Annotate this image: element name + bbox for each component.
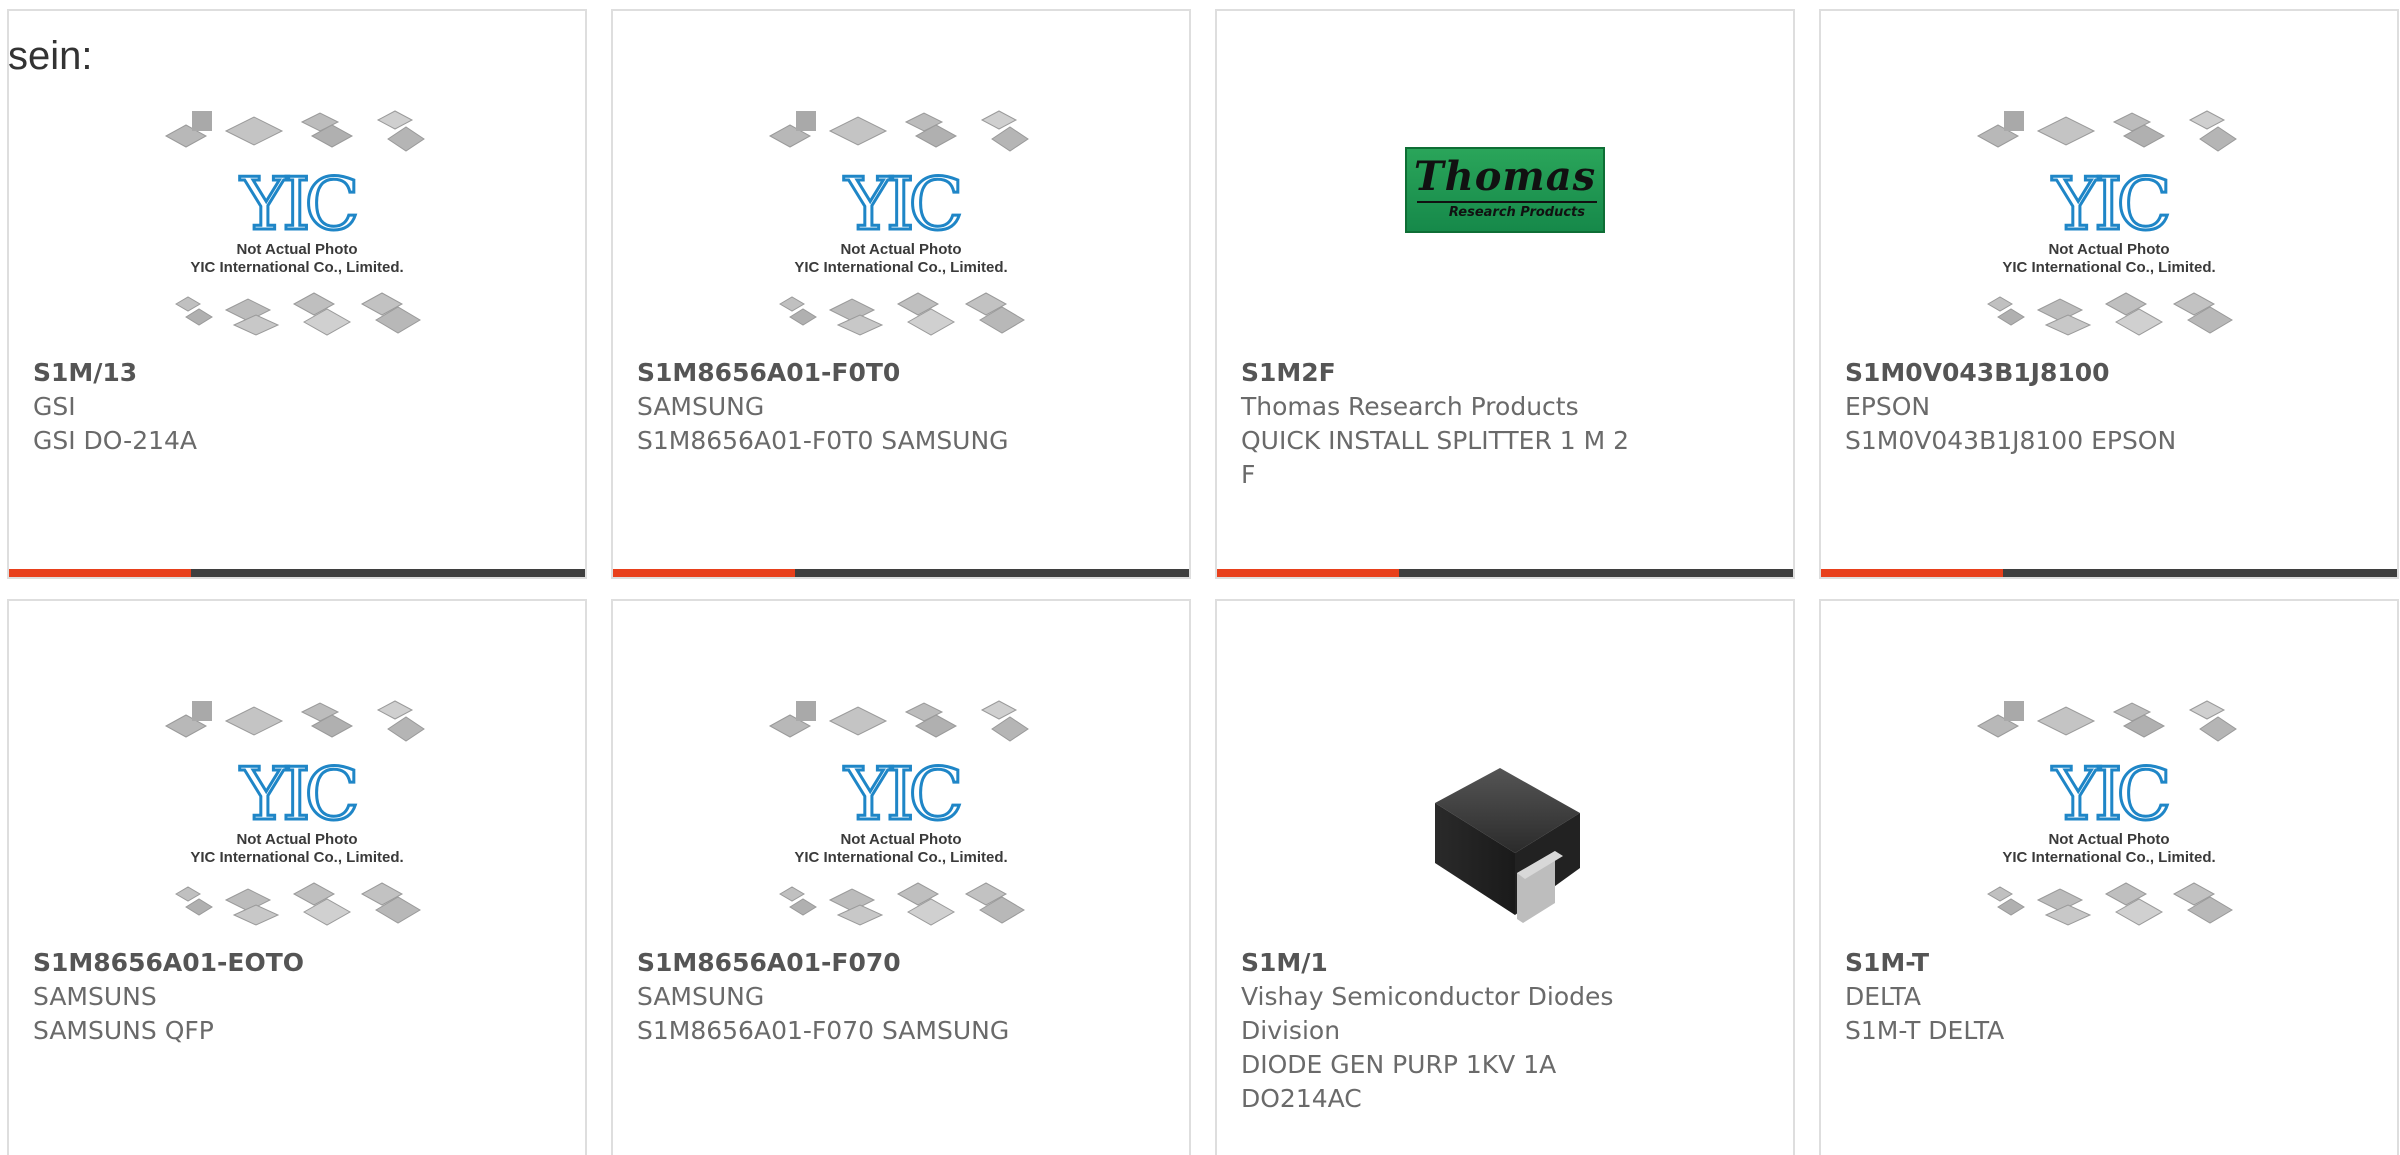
card-footer-accent: [9, 569, 191, 577]
thomas-logo-line: [1417, 201, 1597, 203]
description-line: GSI DO-214A: [33, 426, 198, 455]
yic-placeholder-image: YIC Not Actual Photo YIC International Co.…: [162, 101, 432, 341]
brand-name: SAMSUNG: [637, 392, 765, 421]
yic-placeholder-image: YIC Not Actual Photo YIC International Co.…: [766, 101, 1036, 341]
product-card[interactable]: YIC Not Actual Photo YIC International Co.…: [611, 9, 1191, 579]
part-number-link[interactable]: S1M-T: [1845, 946, 2345, 980]
placeholder-caption-2: YIC International Co., Limited.: [2002, 849, 2215, 866]
product-info: S1M8656A01-EOTO SAMSUNS SAMSUNS QFP: [33, 946, 533, 1048]
part-number-link[interactable]: S1M2F: [1241, 356, 1741, 390]
brand-name: GSI: [33, 392, 76, 421]
description-line: S1M8656A01-F070 SAMSUNG: [637, 1016, 1010, 1045]
brand-name: Vishay Semiconductor Diodes: [1241, 982, 1614, 1011]
card-footer-bar: [1821, 569, 2397, 577]
product-image[interactable]: YIC Not Actual Photo YIC International Co.…: [9, 101, 585, 356]
product-image[interactable]: YIC Not Actual Photo YIC International Co.…: [9, 691, 585, 946]
product-card[interactable]: Thomas Research Products S1M2F Thomas Re…: [1215, 9, 1795, 579]
placeholder-caption-2: YIC International Co., Limited.: [794, 259, 1007, 276]
product-card[interactable]: YIC Not Actual Photo YIC International Co.…: [611, 599, 1191, 1155]
yic-placeholder-image: YIC Not Actual Photo YIC International Co.…: [1974, 101, 2244, 341]
product-info: S1M2F Thomas Research Products QUICK INS…: [1241, 356, 1741, 492]
description-line: S1M0V043B1J8100 EPSON: [1845, 426, 2177, 455]
card-footer-bar: [9, 569, 585, 577]
yic-logo-text: YIC: [239, 162, 355, 246]
card-footer-accent: [1217, 569, 1399, 577]
product-info: S1M0V043B1J8100 EPSON S1M0V043B1J8100 EP…: [1845, 356, 2345, 458]
description-line: DIODE GEN PURP 1KV 1A: [1241, 1050, 1557, 1079]
part-number-link[interactable]: S1M/13: [33, 356, 533, 390]
brand-name-cont: Division: [1241, 1016, 1341, 1045]
yic-placeholder-graphic: YICNot Actual PhotoYIC International Co.…: [768, 110, 1029, 336]
yic-logo-text: YIC: [2051, 752, 2167, 836]
product-info: S1M/13 GSI GSI DO-214A: [33, 356, 533, 458]
card-footer-accent: [1821, 569, 2003, 577]
placeholder-caption-1: Not Actual Photo: [840, 241, 961, 258]
product-card[interactable]: YIC Not Actual Photo YIC International Co.…: [1819, 9, 2399, 579]
product-listing-page: sein: YIC Not Actual Photo YIC Internation…: [0, 0, 2400, 1155]
description-line: F: [1241, 460, 1256, 489]
thomas-logo-sub: Research Products: [1448, 205, 1585, 220]
brand-name: SAMSUNG: [637, 982, 765, 1011]
yic-placeholder-image: YIC Not Actual Photo YIC International Co.…: [1974, 691, 2244, 931]
yic-placeholder-graphic: YICNot Actual PhotoYIC International Co.…: [1976, 700, 2237, 926]
product-image[interactable]: YIC Not Actual Photo YIC International Co.…: [1821, 101, 2397, 356]
description-line: S1M-T DELTA: [1845, 1016, 2005, 1045]
product-card[interactable]: YIC Not Actual Photo YIC International Co.…: [1819, 599, 2399, 1155]
thomas-logo-main: Thomas: [1413, 153, 1597, 200]
placeholder-caption-2: YIC International Co., Limited.: [2002, 259, 2215, 276]
description-line: QUICK INSTALL SPLITTER 1 M 2: [1241, 426, 1630, 455]
placeholder-caption-1: Not Actual Photo: [2048, 831, 2169, 848]
product-image[interactable]: YIC Not Actual Photo YIC International Co.…: [1821, 691, 2397, 946]
product-image[interactable]: [1217, 691, 1793, 946]
part-number-link[interactable]: S1M/1: [1241, 946, 1741, 980]
diode-photo-image: [1435, 768, 1580, 923]
placeholder-caption-1: Not Actual Photo: [2048, 241, 2169, 258]
product-image[interactable]: YIC Not Actual Photo YIC International Co.…: [613, 101, 1189, 356]
description-line: S1M8656A01-F0T0 SAMSUNG: [637, 426, 1009, 455]
thomas-logo-image: Thomas Research Products: [1405, 147, 1605, 233]
placeholder-caption-1: Not Actual Photo: [236, 831, 357, 848]
yic-logo-text: YIC: [843, 162, 959, 246]
placeholder-caption-2: YIC International Co., Limited.: [190, 259, 403, 276]
card-footer-bar: [613, 569, 1189, 577]
yic-placeholder-image: YIC Not Actual Photo YIC International Co.…: [766, 691, 1036, 931]
intro-text: sein:: [8, 34, 93, 78]
product-card[interactable]: YIC Not Actual Photo YIC International Co.…: [7, 9, 587, 579]
yic-logo-text: YIC: [843, 752, 959, 836]
part-number-link[interactable]: S1M8656A01-F0T0: [637, 356, 1137, 390]
placeholder-caption-2: YIC International Co., Limited.: [794, 849, 1007, 866]
product-image[interactable]: Thomas Research Products: [1217, 101, 1793, 356]
part-number-link[interactable]: S1M8656A01-F070: [637, 946, 1137, 980]
product-info: S1M8656A01-F070 SAMSUNG S1M8656A01-F070 …: [637, 946, 1137, 1048]
brand-name: EPSON: [1845, 392, 1931, 421]
product-info: S1M/1 Vishay Semiconductor Diodes Divisi…: [1241, 946, 1741, 1116]
placeholder-caption-2: YIC International Co., Limited.: [190, 849, 403, 866]
part-number-link[interactable]: S1M0V043B1J8100: [1845, 356, 2345, 390]
yic-logo-text: YIC: [2051, 162, 2167, 246]
card-footer-accent: [613, 569, 795, 577]
yic-placeholder-graphic: YICNot Actual PhotoYIC International Co.…: [164, 700, 425, 926]
product-grid: YIC Not Actual Photo YIC International Co.…: [7, 9, 2400, 1155]
yic-placeholder-image: YIC Not Actual Photo YIC International Co.…: [162, 691, 432, 931]
yic-placeholder-graphic: YICNot Actual PhotoYIC International Co.…: [164, 110, 425, 336]
product-info: S1M8656A01-F0T0 SAMSUNG S1M8656A01-F0T0 …: [637, 356, 1137, 458]
placeholder-caption-1: Not Actual Photo: [840, 831, 961, 848]
brand-name: DELTA: [1845, 982, 1921, 1011]
description-line: DO214AC: [1241, 1084, 1362, 1113]
brand-name: Thomas Research Products: [1241, 392, 1579, 421]
yic-logo-text: YIC: [239, 752, 355, 836]
part-number-link[interactable]: S1M8656A01-EOTO: [33, 946, 533, 980]
yic-placeholder-graphic: YICNot Actual PhotoYIC International Co.…: [768, 700, 1029, 926]
product-card[interactable]: YIC Not Actual Photo YIC International Co.…: [7, 599, 587, 1155]
product-image[interactable]: YIC Not Actual Photo YIC International Co.…: [613, 691, 1189, 946]
placeholder-caption-1: Not Actual Photo: [236, 241, 357, 258]
yic-placeholder-graphic: YICNot Actual PhotoYIC International Co.…: [1976, 110, 2237, 336]
product-card[interactable]: S1M/1 Vishay Semiconductor Diodes Divisi…: [1215, 599, 1795, 1155]
card-footer-bar: [1217, 569, 1793, 577]
product-info: S1M-T DELTA S1M-T DELTA: [1845, 946, 2345, 1048]
description-line: SAMSUNS QFP: [33, 1016, 214, 1045]
brand-name: SAMSUNS: [33, 982, 157, 1011]
